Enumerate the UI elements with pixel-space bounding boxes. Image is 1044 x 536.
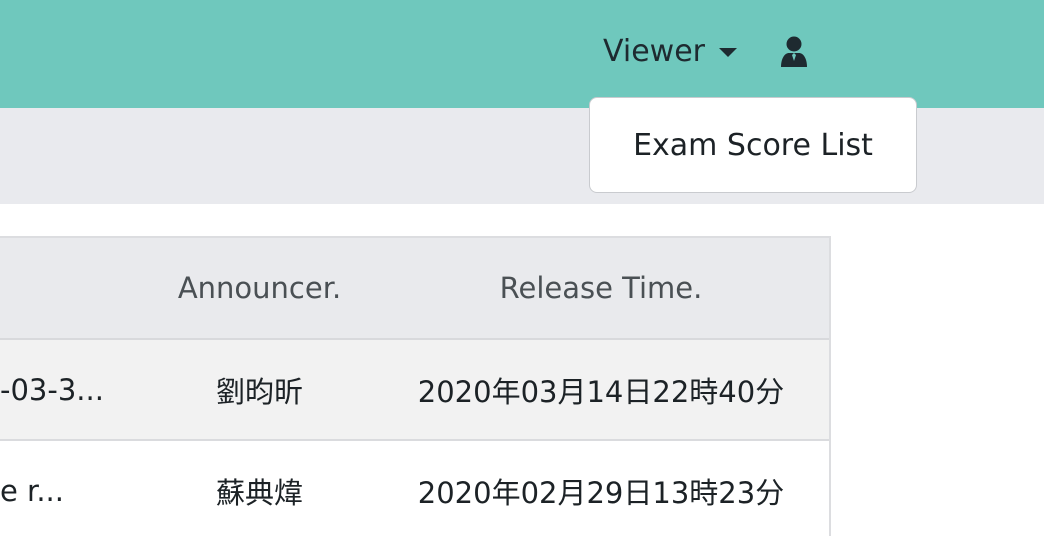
top-navbar: Viewer	[0, 0, 1044, 108]
caret-down-icon	[718, 47, 737, 57]
cell-announcer: 劉昀昕	[215, 374, 303, 409]
column-header-release-time: Release Time.	[499, 271, 703, 305]
role-dropdown-menu: Exam Score List	[589, 97, 917, 193]
user-icon[interactable]	[780, 36, 808, 68]
column-header-announcer: Announcer.	[177, 271, 342, 305]
announcement-table: Announcer. Release Time. -03-3... 劉昀昕 20…	[0, 236, 831, 536]
role-dropdown-toggle[interactable]: Viewer	[603, 30, 737, 72]
role-dropdown-label: Viewer	[603, 33, 705, 69]
cell-title[interactable]: e r...	[0, 441, 64, 536]
cell-announcer: 蘇典煒	[215, 475, 303, 510]
dropdown-item-exam-score-list[interactable]: Exam Score List	[590, 98, 916, 192]
cell-title[interactable]: -03-3...	[0, 340, 104, 439]
cell-release-time: 2020年03月14日22時40分	[417, 374, 785, 409]
table-header: Announcer. Release Time.	[0, 238, 829, 340]
cell-release-time: 2020年02月29日13時23分	[417, 475, 785, 510]
table-row[interactable]: e r... 蘇典煒 2020年02月29日13時23分	[0, 441, 829, 536]
table-row[interactable]: -03-3... 劉昀昕 2020年03月14日22時40分	[0, 340, 829, 441]
